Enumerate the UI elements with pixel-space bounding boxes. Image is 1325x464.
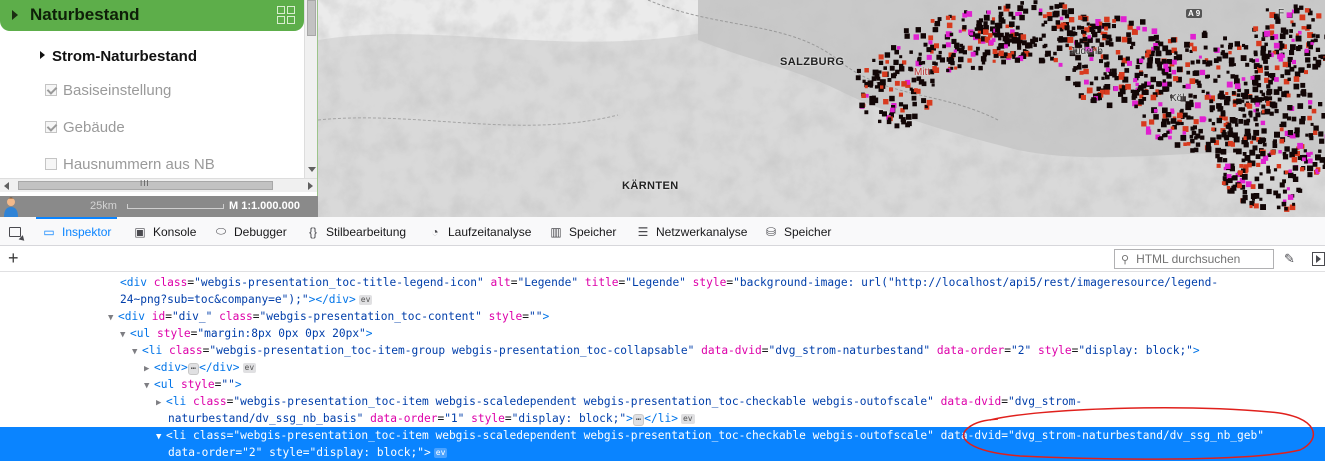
map-view[interactable]: SALZBURG KÄRNTEN Judenb Köl F Mitt A 9 xyxy=(318,0,1325,217)
add-node-button[interactable]: + xyxy=(8,248,19,269)
toggle-sidebar-icon[interactable] xyxy=(1312,252,1325,266)
tab-speicher-memory[interactable]: ▥ Speicher xyxy=(549,217,616,246)
toc-item-label: Gebäude xyxy=(63,119,125,136)
tab-label: Netzwerkanalyse xyxy=(656,224,748,239)
toc-group-header[interactable]: Naturbestand xyxy=(0,0,304,31)
user-person-icon[interactable] xyxy=(2,196,20,217)
tab-konsole[interactable]: ▣ Konsole xyxy=(133,217,196,246)
toc-item-basiseinstellung[interactable]: Basiseinstellung xyxy=(45,82,171,99)
checkbox-checked[interactable] xyxy=(45,84,57,96)
expand-triangle-icon xyxy=(40,51,45,59)
tab-label: Inspektor xyxy=(62,224,112,239)
toc-vertical-scrollbar[interactable] xyxy=(304,0,317,178)
tab-label: Laufzeitanalyse xyxy=(448,224,532,239)
toc-panel: Naturbestand Strom-Naturbestand Basisein… xyxy=(0,0,318,217)
scroll-right-arrow-icon[interactable] xyxy=(308,182,313,190)
markup-line-selected[interactable]: ▼ <li class="webgis-presentation_toc-item… xyxy=(0,427,1325,444)
map-label-town: Mitt xyxy=(914,67,931,78)
markup-line-selected[interactable]: data-order="2" style="display: block;"> e… xyxy=(0,444,1325,461)
map-label-kaernten: KÄRNTEN xyxy=(622,180,679,192)
toc-item-hausnummern[interactable]: Hausnummern aus NB xyxy=(45,156,215,173)
markup-line[interactable]: ▼ <li class="webgis-presentation_toc-item… xyxy=(0,342,1325,359)
search-icon: ⚲ xyxy=(1121,253,1130,266)
tab-speicher-storage[interactable]: ⛁ Speicher xyxy=(764,217,831,246)
map-label-salzburg: SALZBURG xyxy=(780,56,845,68)
tab-label: Debugger xyxy=(234,224,287,239)
markup-line[interactable]: ▼ <ul style=""> xyxy=(0,376,1325,393)
collapse-triangle-icon[interactable] xyxy=(12,10,18,20)
tab-laufzeitanalyse[interactable]: ◔ Laufzeitanalyse xyxy=(428,217,531,246)
scroll-down-arrow-icon[interactable] xyxy=(308,167,316,172)
tab-label: Stilbearbeitung xyxy=(326,224,407,239)
element-picker-icon[interactable] xyxy=(4,221,26,243)
markup-line[interactable]: ▶ <div> ⋯ </div> ev xyxy=(0,359,1325,376)
scroll-left-arrow-icon[interactable] xyxy=(4,182,9,190)
map-canvas[interactable] xyxy=(318,0,1325,217)
style-editor-icon: {} xyxy=(308,224,317,239)
eyedropper-icon[interactable]: ✎ xyxy=(1284,251,1295,267)
markup-line[interactable]: <div class="webgis-presentation_toc-titl… xyxy=(0,274,1325,291)
markup-line[interactable]: ▼ <div id="div_" class="webgis-presentati… xyxy=(0,308,1325,325)
debugger-icon: ⬭ xyxy=(215,224,227,238)
event-badge-icon[interactable]: ev xyxy=(358,295,373,305)
toc-item-gebaeude[interactable]: Gebäude xyxy=(45,119,125,136)
checkbox-unchecked[interactable] xyxy=(45,158,57,170)
checkbox-checked[interactable] xyxy=(45,121,57,133)
storage-icon: ⛁ xyxy=(765,224,777,239)
map-label-top-right: F xyxy=(1278,8,1285,19)
tab-netzwerkanalyse[interactable]: ☰ Netzwerkanalyse xyxy=(636,217,748,246)
devtools-tabbar: ▭ Inspektor ▣ Konsole ⬭ Debugger {} Stilbear… xyxy=(0,217,1325,246)
tab-inspektor[interactable]: ▭ Inspektor xyxy=(35,217,118,246)
tab-stilbearbeitung[interactable]: {} Stilbearbeitung xyxy=(306,217,406,246)
map-label-judenburg: Judenb xyxy=(1070,46,1103,57)
toc-horizontal-scrollbar[interactable]: III xyxy=(0,178,317,192)
html-search-field[interactable]: ⚲ xyxy=(1114,249,1274,269)
scrollbar-grip: III xyxy=(140,179,150,188)
scrollbar-thumb[interactable] xyxy=(307,0,316,36)
map-scale-bar: 25km M 1:1.000.000 xyxy=(0,196,318,217)
console-icon: ▣ xyxy=(134,224,146,239)
tab-label: Speicher xyxy=(784,224,832,239)
html-search-input[interactable] xyxy=(1134,251,1265,267)
tab-debugger[interactable]: ⬭ Debugger xyxy=(214,217,287,246)
tab-label: Speicher xyxy=(569,224,617,239)
toc-item-label: Hausnummern aus NB xyxy=(63,156,215,173)
markup-line[interactable]: 24~png?sub=toc&company=e");"></div> ev xyxy=(0,291,1325,308)
network-icon: ☰ xyxy=(637,224,649,239)
memory-icon: ▥ xyxy=(550,224,562,239)
scale-distance: 25km xyxy=(90,200,117,212)
legend-icon[interactable] xyxy=(275,4,297,26)
tab-label: Konsole xyxy=(153,224,197,239)
map-label-koeln: Köl xyxy=(1170,93,1185,104)
toc-group-title: Naturbestand xyxy=(30,5,140,24)
markup-line[interactable]: naturbestand/dv_ssg_nb_basis" data-order… xyxy=(0,410,1325,427)
inspector-toolbar: + ⚲ ✎ xyxy=(0,247,1325,272)
motorway-badge: A 9 xyxy=(1186,9,1203,18)
devtools-panel: ▭ Inspektor ▣ Konsole ⬭ Debugger {} Stilbear… xyxy=(0,217,1325,464)
inspector-icon: ▭ xyxy=(43,224,55,239)
toc-item-label: Basiseinstellung xyxy=(63,82,172,99)
markup-line[interactable]: ▼ <ul style="margin:8px 0px 0px 20px"> xyxy=(0,325,1325,342)
performance-icon: ◔ xyxy=(431,224,439,239)
toc-subgroup-label: Strom-Naturbestand xyxy=(52,48,198,65)
toc-subgroup-strom-naturbestand[interactable]: Strom-Naturbestand xyxy=(40,48,197,65)
markup-line[interactable]: ▶ <li class="webgis-presentation_toc-item… xyxy=(0,393,1325,410)
scale-line xyxy=(127,204,224,209)
scale-ratio: M 1:1.000.000 xyxy=(229,200,300,212)
markup-view[interactable]: <div class="webgis-presentation_toc-titl… xyxy=(0,272,1325,464)
